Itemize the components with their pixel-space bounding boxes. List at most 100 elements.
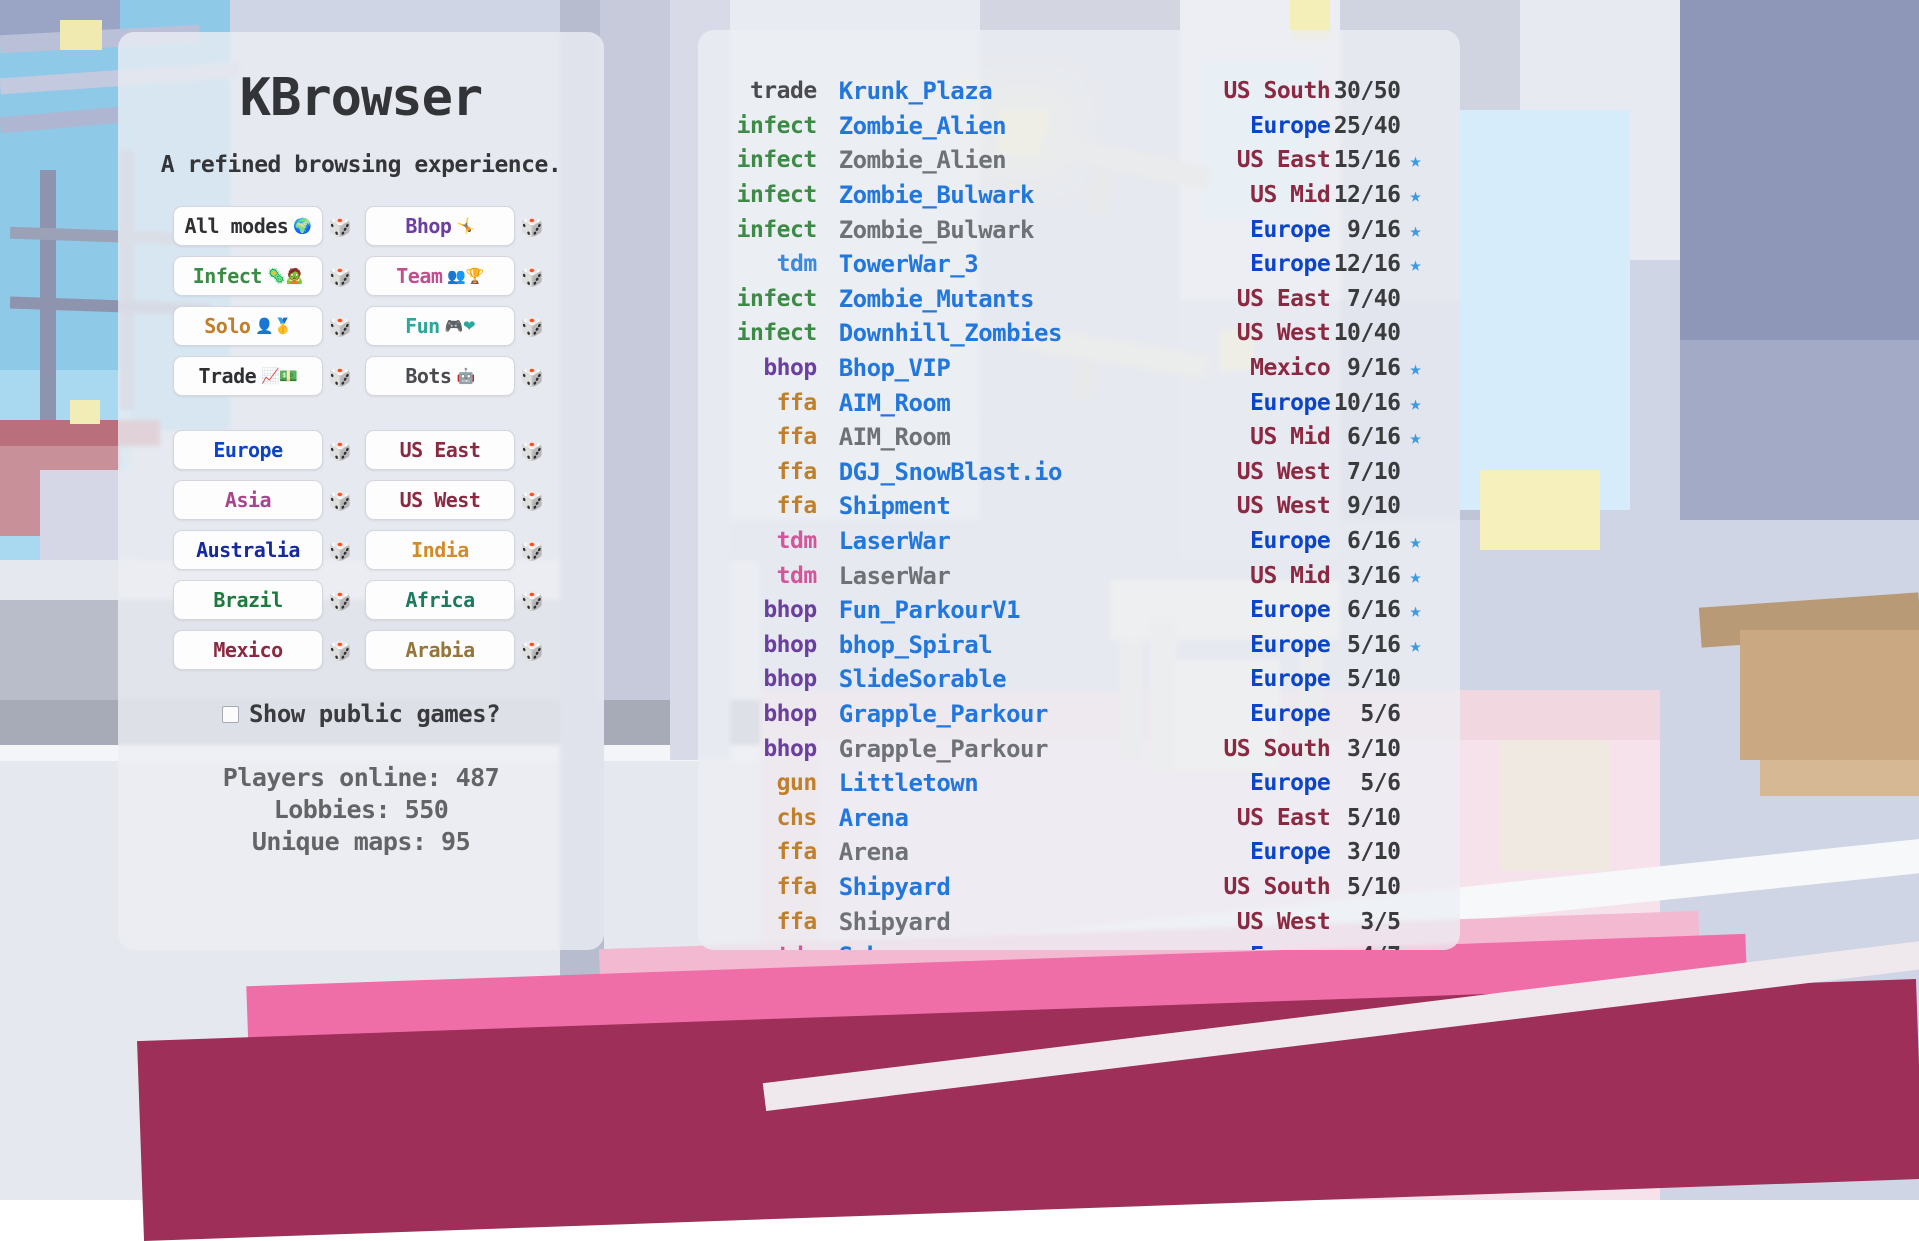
region-button-australia[interactable]: Australia (173, 530, 323, 570)
lamp-glow (60, 20, 102, 50)
region-button-india[interactable]: India (365, 530, 515, 570)
favorite-star-icon[interactable]: ★ (1400, 564, 1430, 588)
server-row[interactable]: tdmTowerWar_3Europe12/16★ (728, 247, 1430, 282)
server-row[interactable]: ffaAIM_RoomEurope10/16★ (728, 385, 1430, 420)
stat-lobbies: Lobbies: 550 (118, 794, 604, 826)
random-dice-icon[interactable]: 🎲 (515, 265, 549, 288)
random-dice-icon[interactable]: 🎲 (515, 639, 549, 662)
favorite-star-icon[interactable]: ★ (1400, 598, 1430, 622)
server-region: Europe (1201, 251, 1330, 277)
favorite-star-icon[interactable]: ★ (1400, 391, 1430, 415)
server-row[interactable]: ffaArenaEurope3/10 (728, 835, 1430, 870)
server-region: US West (1201, 493, 1330, 519)
random-dice-icon[interactable]: 🎲 (515, 315, 549, 338)
server-row[interactable]: infectZombie_AlienUS East15/16★ (728, 143, 1430, 178)
favorite-star-icon[interactable]: ★ (1400, 633, 1430, 657)
region-button-asia[interactable]: Asia (173, 480, 323, 520)
server-row[interactable]: bhopGrapple_ParkourUS South3/10 (728, 731, 1430, 766)
mode-button-bhop[interactable]: Bhop🤸 (365, 206, 515, 246)
region-button-arabia[interactable]: Arabia (365, 630, 515, 670)
server-map-name: Grapple_Parkour (817, 700, 1201, 728)
random-dice-icon[interactable]: 🎲 (323, 489, 357, 512)
server-row[interactable]: ffaAIM_RoomUS Mid6/16★ (728, 420, 1430, 455)
server-region: Europe (1201, 770, 1330, 796)
favorite-star-icon[interactable]: ★ (1400, 425, 1430, 449)
server-row[interactable]: infectZombie_BulwarkEurope9/16★ (728, 212, 1430, 247)
favorite-star-icon[interactable]: ★ (1400, 218, 1430, 242)
random-dice-icon[interactable]: 🎲 (323, 265, 357, 288)
window-sky-right (1460, 110, 1630, 510)
server-row[interactable]: infectZombie_BulwarkUS Mid12/16★ (728, 178, 1430, 213)
random-dice-icon[interactable]: 🎲 (515, 439, 549, 462)
server-mode: chs (728, 805, 817, 831)
scaffolding-post (40, 170, 56, 420)
random-dice-icon[interactable]: 🎲 (515, 215, 549, 238)
favorite-star-icon[interactable]: ★ (1400, 183, 1430, 207)
mode-button-fun[interactable]: Fun🎮❤ (365, 306, 515, 346)
server-row[interactable]: ffaShipyardUS West3/5 (728, 904, 1430, 939)
mode-button-trade[interactable]: Trade📈💵 (173, 356, 323, 396)
server-player-count: 3/5 (1330, 909, 1400, 935)
show-public-games-checkbox[interactable] (222, 706, 239, 723)
mode-button-team[interactable]: Team👥🏆 (365, 256, 515, 296)
server-player-count: 9/16 (1330, 355, 1400, 381)
region-button-africa[interactable]: Africa (365, 580, 515, 620)
mode-button-solo[interactable]: Solo👤🥇 (173, 306, 323, 346)
mode-button-emoji-icon: 👥🏆 (447, 267, 483, 285)
server-map-name: Shipyard (817, 873, 1201, 901)
random-dice-icon[interactable]: 🎲 (323, 439, 357, 462)
mode-button-infect[interactable]: Infect🦠🧟 (173, 256, 323, 296)
region-button-europe[interactable]: Europe (173, 430, 323, 470)
server-browser-panel[interactable]: tradeKrunk_PlazaUS South30/50infectZombi… (698, 30, 1460, 950)
server-row[interactable]: ffaShipmentUS West9/10 (728, 489, 1430, 524)
random-dice-icon[interactable]: 🎲 (323, 639, 357, 662)
server-row[interactable]: bhopGrapple_ParkourEurope5/6 (728, 697, 1430, 732)
server-row[interactable]: bhopSlideSorableEurope5/10 (728, 662, 1430, 697)
mode-button-bots[interactable]: Bots🤖 (365, 356, 515, 396)
favorite-star-icon[interactable]: ★ (1400, 529, 1430, 553)
server-row[interactable]: infectDownhill_ZombiesUS West10/40 (728, 316, 1430, 351)
server-mode: gun (728, 770, 817, 796)
random-dice-icon[interactable]: 🎲 (515, 589, 549, 612)
random-dice-icon[interactable]: 🎲 (323, 589, 357, 612)
server-map-name: Arena (817, 838, 1201, 866)
favorite-star-icon[interactable]: ★ (1400, 252, 1430, 276)
random-dice-icon[interactable]: 🎲 (515, 539, 549, 562)
favorite-star-icon[interactable]: ★ (1400, 148, 1430, 172)
server-map-name: Subzero (817, 942, 1201, 950)
server-map-name: Zombie_Mutants (817, 285, 1201, 313)
mode-button-all-modes[interactable]: All modes🌍 (173, 206, 323, 246)
server-row[interactable]: ffaDGJ_SnowBlast.ioUS West7/10 (728, 455, 1430, 490)
region-button-brazil[interactable]: Brazil (173, 580, 323, 620)
region-button-label: Arabia (405, 638, 474, 662)
random-dice-icon[interactable]: 🎲 (323, 315, 357, 338)
stat-players-online: Players online: 487 (118, 762, 604, 794)
server-row[interactable]: bhopBhop_VIPMexico9/16★ (728, 351, 1430, 386)
server-row[interactable]: ffaShipyardUS South5/10 (728, 870, 1430, 905)
random-dice-icon[interactable]: 🎲 (515, 365, 549, 388)
random-dice-icon[interactable]: 🎲 (515, 489, 549, 512)
server-region: Mexico (1201, 355, 1330, 381)
region-button-mexico[interactable]: Mexico (173, 630, 323, 670)
favorite-star-icon[interactable]: ★ (1400, 356, 1430, 380)
region-button-us-west[interactable]: US West (365, 480, 515, 520)
server-list[interactable]: tradeKrunk_PlazaUS South30/50infectZombi… (698, 30, 1460, 950)
random-dice-icon[interactable]: 🎲 (323, 215, 357, 238)
server-row[interactable]: tradeKrunk_PlazaUS South30/50 (728, 74, 1430, 109)
random-dice-icon[interactable]: 🎲 (323, 539, 357, 562)
server-row[interactable]: tdmLaserWarUS Mid3/16★ (728, 558, 1430, 593)
server-row[interactable]: bhopbhop_SpiralEurope5/16★ (728, 628, 1430, 663)
server-row[interactable]: infectZombie_MutantsUS East7/40 (728, 282, 1430, 317)
server-region: Europe (1201, 528, 1330, 554)
show-public-games-row[interactable]: Show public games? (118, 700, 604, 728)
server-row[interactable]: chsArenaUS East5/10 (728, 800, 1430, 835)
server-row[interactable]: tdmSubzeroEurope4/7 (728, 939, 1430, 950)
region-button-label: US East (400, 438, 481, 462)
server-row[interactable]: bhopFun_ParkourV1Europe6/16★ (728, 593, 1430, 628)
random-dice-icon[interactable]: 🎲 (323, 365, 357, 388)
server-row[interactable]: tdmLaserWarEurope6/16★ (728, 524, 1430, 559)
region-button-us-east[interactable]: US East (365, 430, 515, 470)
server-row[interactable]: infectZombie_AlienEurope25/40 (728, 109, 1430, 144)
server-mode: infect (728, 113, 817, 139)
server-row[interactable]: gunLittletownEurope5/6 (728, 766, 1430, 801)
